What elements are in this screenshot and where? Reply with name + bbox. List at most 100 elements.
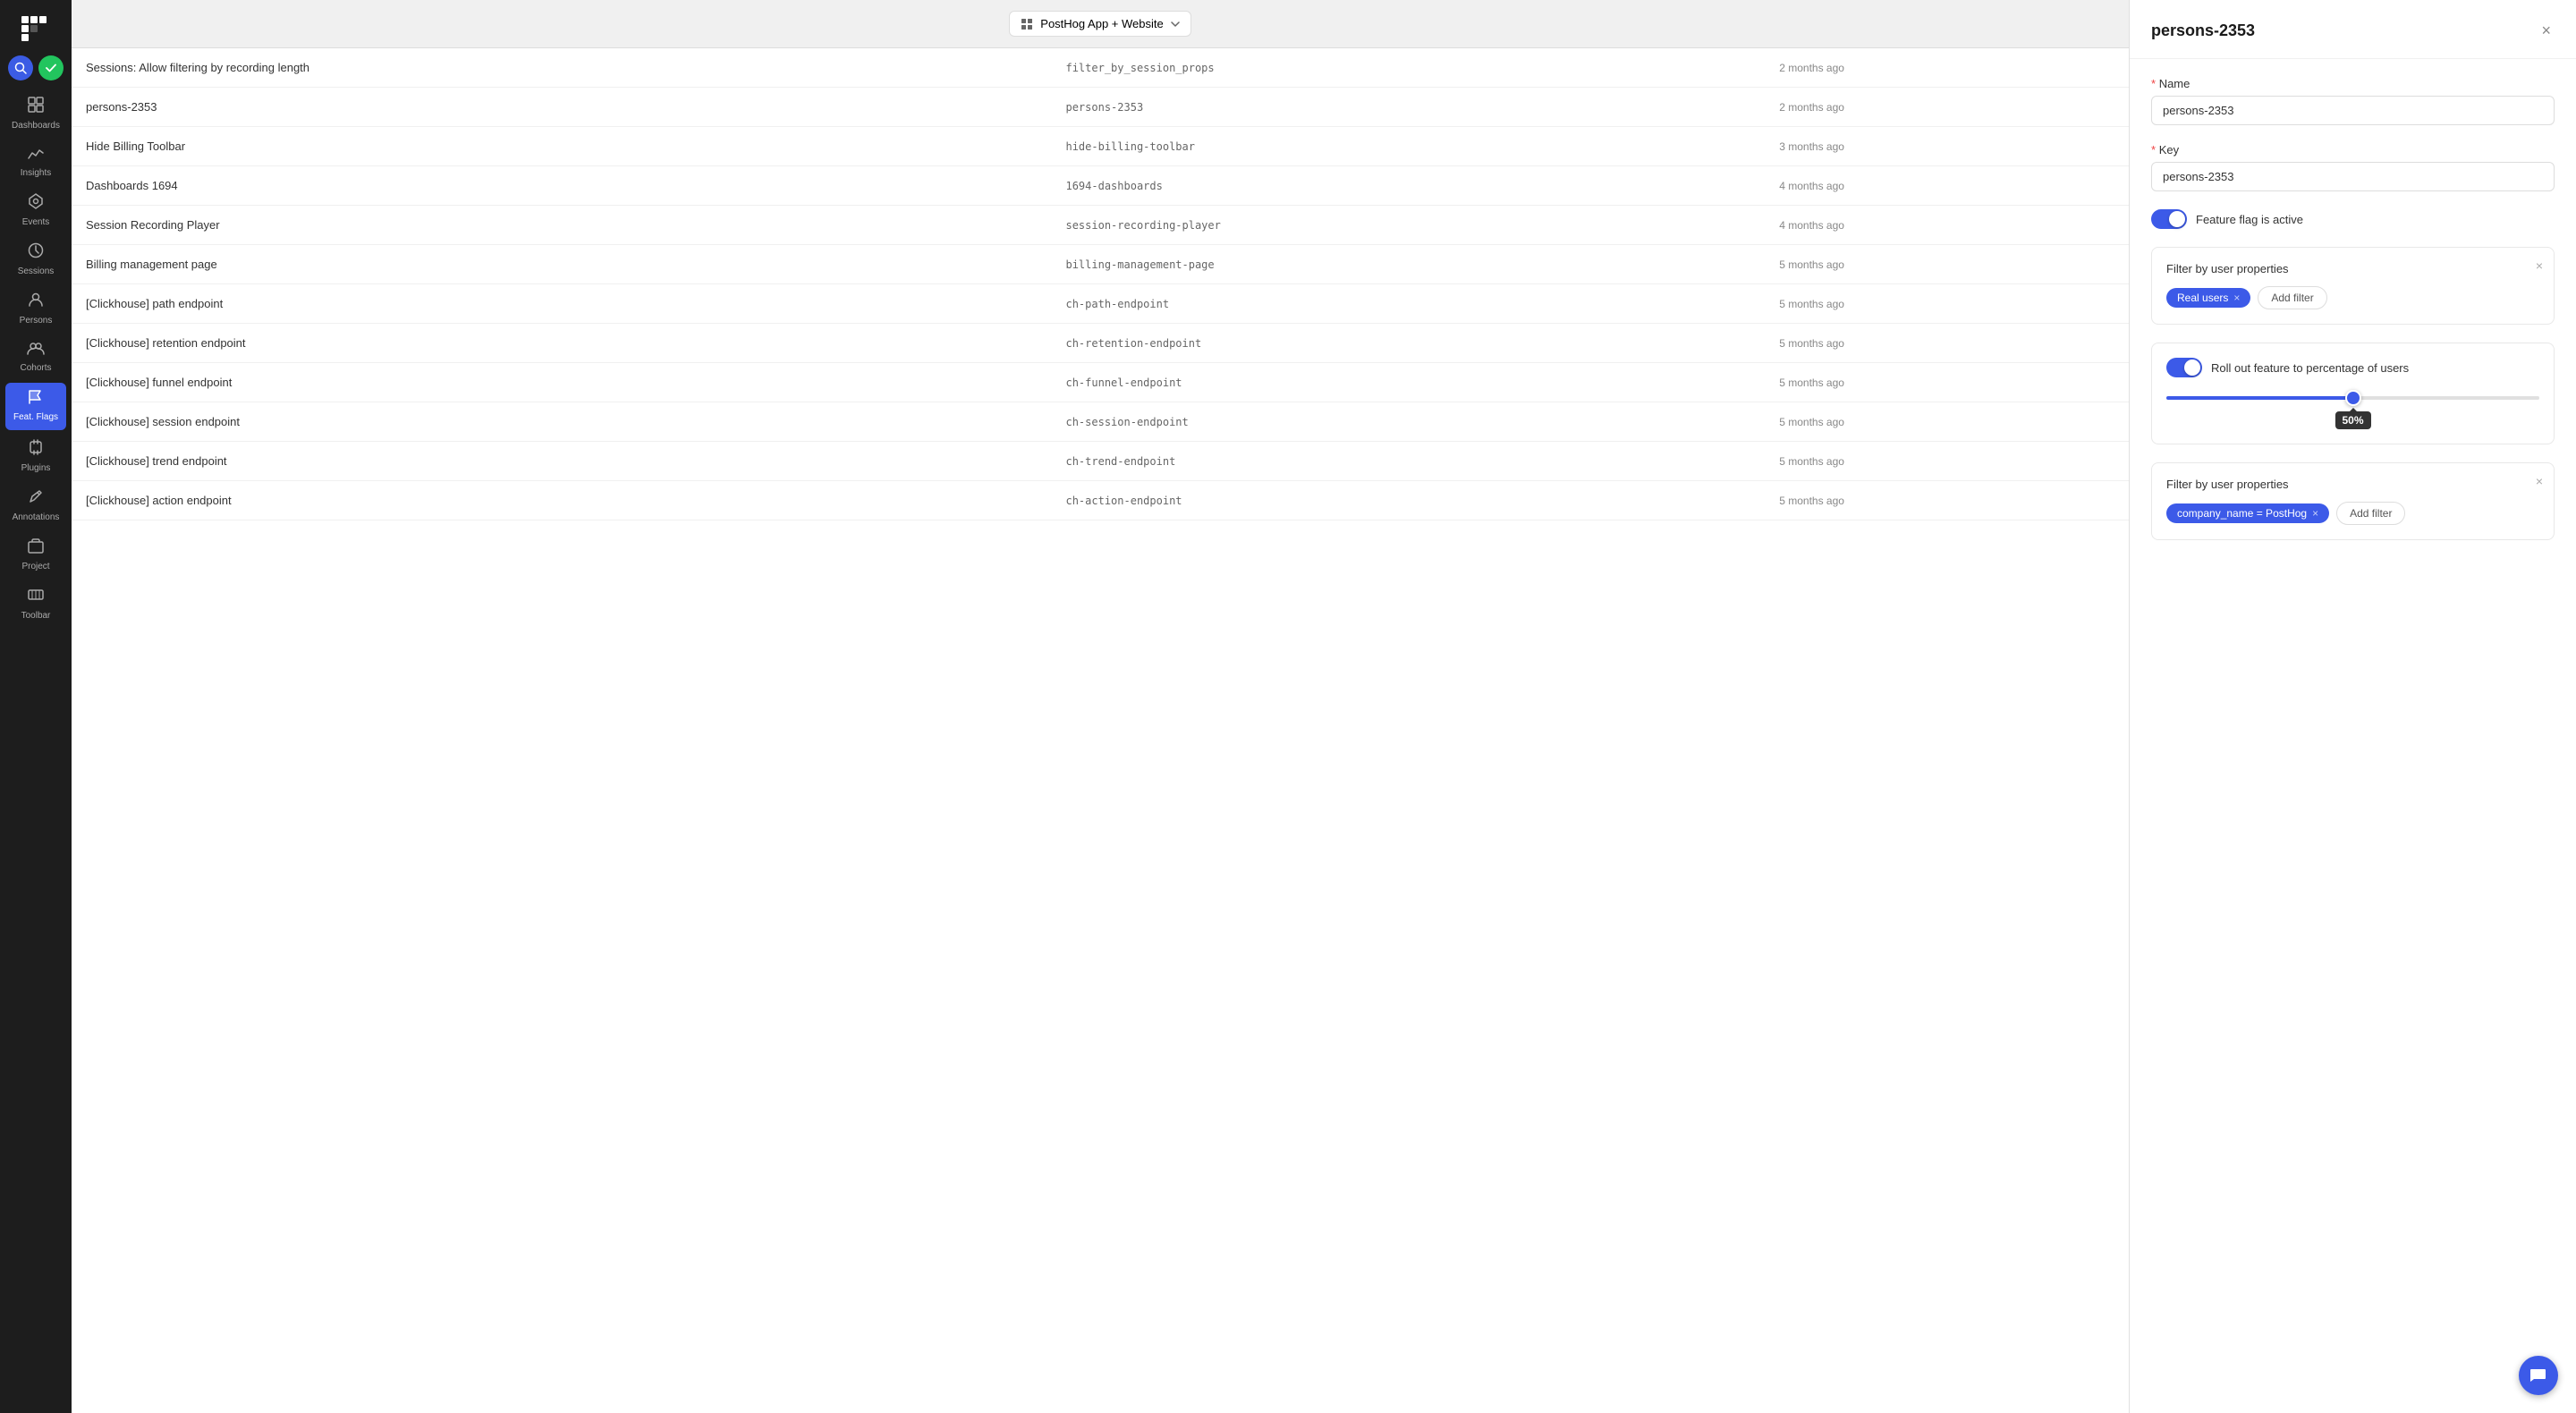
row-created: 4 months ago	[1765, 206, 2129, 245]
table-row[interactable]: [Clickhouse] trend endpoint ch-trend-end…	[72, 442, 2129, 481]
company-name-tag-close[interactable]: ×	[2312, 507, 2318, 520]
sidebar-item-plugins[interactable]: Plugins	[0, 432, 72, 481]
filter-section-2-tags: company_name = PostHog × Add filter	[2166, 502, 2539, 525]
sidebar-item-toolbar[interactable]: Toolbar	[0, 580, 72, 629]
row-name: Session Recording Player	[72, 206, 1051, 245]
project-selector[interactable]: PostHog App + Website	[1009, 11, 1191, 37]
check-button[interactable]	[38, 55, 64, 80]
row-created: 2 months ago	[1765, 48, 2129, 88]
key-field-group: * Key	[2151, 143, 2555, 191]
sidebar-item-insights[interactable]: Insights	[0, 139, 72, 186]
row-key: filter_by_session_props	[1051, 48, 1765, 88]
active-toggle[interactable]	[2151, 209, 2187, 229]
sidebar-item-feat-flags[interactable]: Feat. Flags	[5, 383, 66, 430]
row-name: persons-2353	[72, 88, 1051, 127]
row-name: [Clickhouse] funnel endpoint	[72, 363, 1051, 402]
row-name: Billing management page	[72, 245, 1051, 284]
chat-button[interactable]	[2519, 1356, 2558, 1395]
row-key: billing-management-page	[1051, 245, 1765, 284]
table-row[interactable]: [Clickhouse] path endpoint ch-path-endpo…	[72, 284, 2129, 324]
name-label: * Name	[2151, 77, 2555, 90]
row-key: ch-funnel-endpoint	[1051, 363, 1765, 402]
right-panel: persons-2353 × * Name * Key	[2129, 0, 2576, 1413]
row-key: ch-trend-endpoint	[1051, 442, 1765, 481]
add-filter-button-2[interactable]: Add filter	[2336, 502, 2405, 525]
panel-close-button[interactable]: ×	[2538, 18, 2555, 44]
sidebar-item-annotations[interactable]: Annotations	[0, 481, 72, 530]
table-row[interactable]: [Clickhouse] funnel endpoint ch-funnel-e…	[72, 363, 2129, 402]
real-users-tag-label: Real users	[2177, 292, 2228, 304]
row-name: [Clickhouse] retention endpoint	[72, 324, 1051, 363]
rollout-toggle[interactable]	[2166, 358, 2202, 377]
row-key: ch-session-endpoint	[1051, 402, 1765, 442]
filter-section-1-tags: Real users × Add filter	[2166, 286, 2539, 309]
company-name-tag-label: company_name = PostHog	[2177, 507, 2307, 520]
real-users-tag-close[interactable]: ×	[2233, 292, 2240, 304]
row-name: [Clickhouse] session endpoint	[72, 402, 1051, 442]
table-row[interactable]: Hide Billing Toolbar hide-billing-toolba…	[72, 127, 2129, 166]
feature-flags-table: Sessions: Allow filtering by recording l…	[72, 48, 2129, 1413]
filter-section-1-close[interactable]: ×	[2536, 258, 2543, 273]
row-name: [Clickhouse] action endpoint	[72, 481, 1051, 520]
row-key: persons-2353	[1051, 88, 1765, 127]
table-row[interactable]: [Clickhouse] session endpoint ch-session…	[72, 402, 2129, 442]
name-input[interactable]	[2151, 96, 2555, 125]
add-filter-button-1[interactable]: Add filter	[2258, 286, 2326, 309]
panel-title: persons-2353	[2151, 21, 2255, 40]
row-key: ch-retention-endpoint	[1051, 324, 1765, 363]
content-area: PostHog App + Website Sessions: Allow fi…	[72, 0, 2576, 1413]
key-label: * Key	[2151, 143, 2555, 157]
row-created: 5 months ago	[1765, 245, 2129, 284]
row-name: Dashboards 1694	[72, 166, 1051, 206]
row-created: 5 months ago	[1765, 481, 2129, 520]
rollout-tooltip: 50%	[2334, 411, 2370, 429]
rollout-slider-container: 50%	[2166, 388, 2539, 429]
row-name: Sessions: Allow filtering by recording l…	[72, 48, 1051, 88]
row-created: 5 months ago	[1765, 442, 2129, 481]
sidebar-item-sessions[interactable]: Sessions	[0, 235, 72, 284]
row-key: session-recording-player	[1051, 206, 1765, 245]
row-name: Hide Billing Toolbar	[72, 127, 1051, 166]
chat-icon	[2529, 1366, 2547, 1384]
table-row[interactable]: [Clickhouse] retention endpoint ch-reten…	[72, 324, 2129, 363]
rollout-slider[interactable]	[2166, 396, 2539, 400]
sidebar-item-events[interactable]: Events	[0, 186, 72, 235]
header: PostHog App + Website	[72, 0, 2129, 48]
row-created: 5 months ago	[1765, 363, 2129, 402]
key-input[interactable]	[2151, 162, 2555, 191]
filter-section-2-close[interactable]: ×	[2536, 474, 2543, 488]
search-button[interactable]	[8, 55, 33, 80]
table-row[interactable]: Dashboards 1694 1694-dashboards 4 months…	[72, 166, 2129, 206]
sidebar-item-dashboards[interactable]: Dashboards	[0, 89, 72, 139]
filter-section-1-title: Filter by user properties	[2166, 262, 2539, 275]
panel-body: * Name * Key Feature flag is active	[2130, 59, 2576, 558]
sidebar-item-project[interactable]: Project	[0, 530, 72, 580]
row-created: 5 months ago	[1765, 284, 2129, 324]
row-key: 1694-dashboards	[1051, 166, 1765, 206]
active-toggle-row: Feature flag is active	[2151, 209, 2555, 229]
table-row[interactable]: Session Recording Player session-recordi…	[72, 206, 2129, 245]
filter-section-1: × Filter by user properties Real users ×…	[2151, 247, 2555, 325]
row-name: [Clickhouse] path endpoint	[72, 284, 1051, 324]
main-content: PostHog App + Website Sessions: Allow fi…	[72, 0, 2129, 1413]
table-row[interactable]: persons-2353 persons-2353 2 months ago	[72, 88, 2129, 127]
row-key: ch-path-endpoint	[1051, 284, 1765, 324]
logo[interactable]	[20, 14, 52, 47]
row-created: 2 months ago	[1765, 88, 2129, 127]
company-name-tag[interactable]: company_name = PostHog ×	[2166, 503, 2329, 523]
row-created: 3 months ago	[1765, 127, 2129, 166]
panel-header: persons-2353 ×	[2130, 0, 2576, 59]
table-row[interactable]: Billing management page billing-manageme…	[72, 245, 2129, 284]
sidebar-item-persons[interactable]: Persons	[0, 284, 72, 334]
row-created: 4 months ago	[1765, 166, 2129, 206]
rollout-section: Roll out feature to percentage of users …	[2151, 343, 2555, 444]
real-users-tag[interactable]: Real users ×	[2166, 288, 2250, 308]
chevron-down-icon	[1171, 21, 1180, 27]
filter-section-2-title: Filter by user properties	[2166, 478, 2539, 491]
table-row[interactable]: Sessions: Allow filtering by recording l…	[72, 48, 2129, 88]
row-key: hide-billing-toolbar	[1051, 127, 1765, 166]
project-icon	[1021, 18, 1033, 30]
sidebar-item-cohorts[interactable]: Cohorts	[0, 334, 72, 381]
table-row[interactable]: [Clickhouse] action endpoint ch-action-e…	[72, 481, 2129, 520]
sidebar: Dashboards Insights Events Sessions	[0, 0, 72, 1413]
